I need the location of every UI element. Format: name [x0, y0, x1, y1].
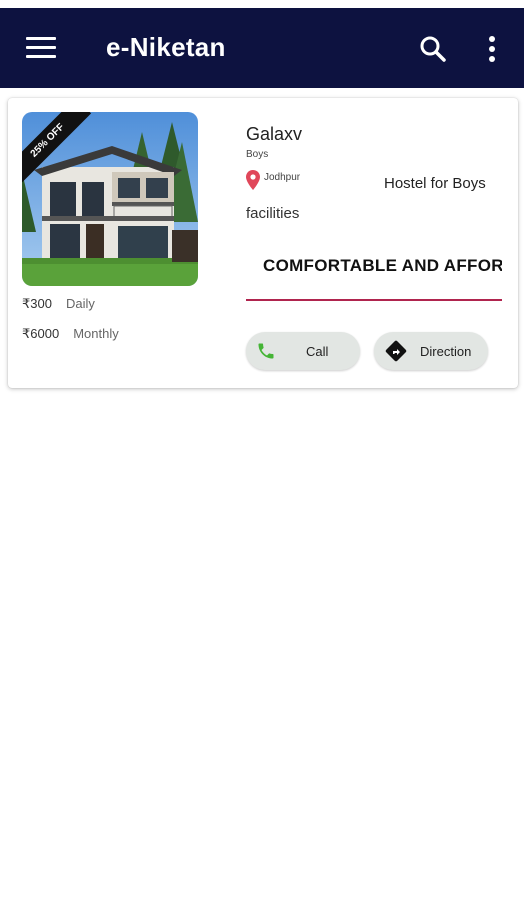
- price-monthly-amount: ₹6000: [22, 326, 60, 341]
- price-daily: ₹300 Daily: [22, 296, 95, 312]
- tagline-marquee: COMFORTABLE AND AFFORDABLE: [246, 256, 502, 276]
- location-text: Jodhpur: [264, 172, 301, 183]
- hostel-type: Hostel for Boys: [384, 175, 486, 192]
- phone-icon: [256, 341, 276, 361]
- hostel-gender: Boys: [246, 149, 269, 160]
- price-daily-amount: ₹300: [22, 296, 52, 311]
- search-icon[interactable]: [418, 34, 448, 64]
- hamburger-menu-icon[interactable]: [26, 37, 56, 59]
- price-daily-period: Daily: [65, 296, 95, 311]
- status-bar: [0, 0, 524, 8]
- price-monthly-period: Monthly: [73, 326, 119, 341]
- direction-icon: [384, 339, 408, 363]
- app-title: e-Niketan: [106, 32, 226, 62]
- more-vertical-icon[interactable]: [482, 32, 502, 66]
- facilities-label: facilities: [246, 205, 300, 222]
- tagline-text: COMFORTABLE AND AFFORDABLE: [263, 256, 502, 275]
- location-pin-icon: [246, 170, 260, 195]
- hostel-card[interactable]: 25% OFF ₹300 Daily ₹6000 Monthly Galaxv Bo…: [8, 98, 518, 388]
- app-bar: e-Niketan: [0, 8, 524, 88]
- price-monthly: ₹6000 Monthly: [22, 326, 119, 342]
- call-button[interactable]: Call: [246, 332, 360, 370]
- hostel-image[interactable]: 25% OFF: [22, 112, 198, 286]
- direction-button-label: Direction: [420, 343, 472, 359]
- hostel-name: Galaxv: [246, 124, 303, 144]
- tagline-divider: [246, 299, 502, 301]
- hostel-location: Jodhpur: [246, 170, 300, 195]
- direction-button[interactable]: Direction: [374, 332, 488, 370]
- call-button-label: Call: [306, 343, 329, 359]
